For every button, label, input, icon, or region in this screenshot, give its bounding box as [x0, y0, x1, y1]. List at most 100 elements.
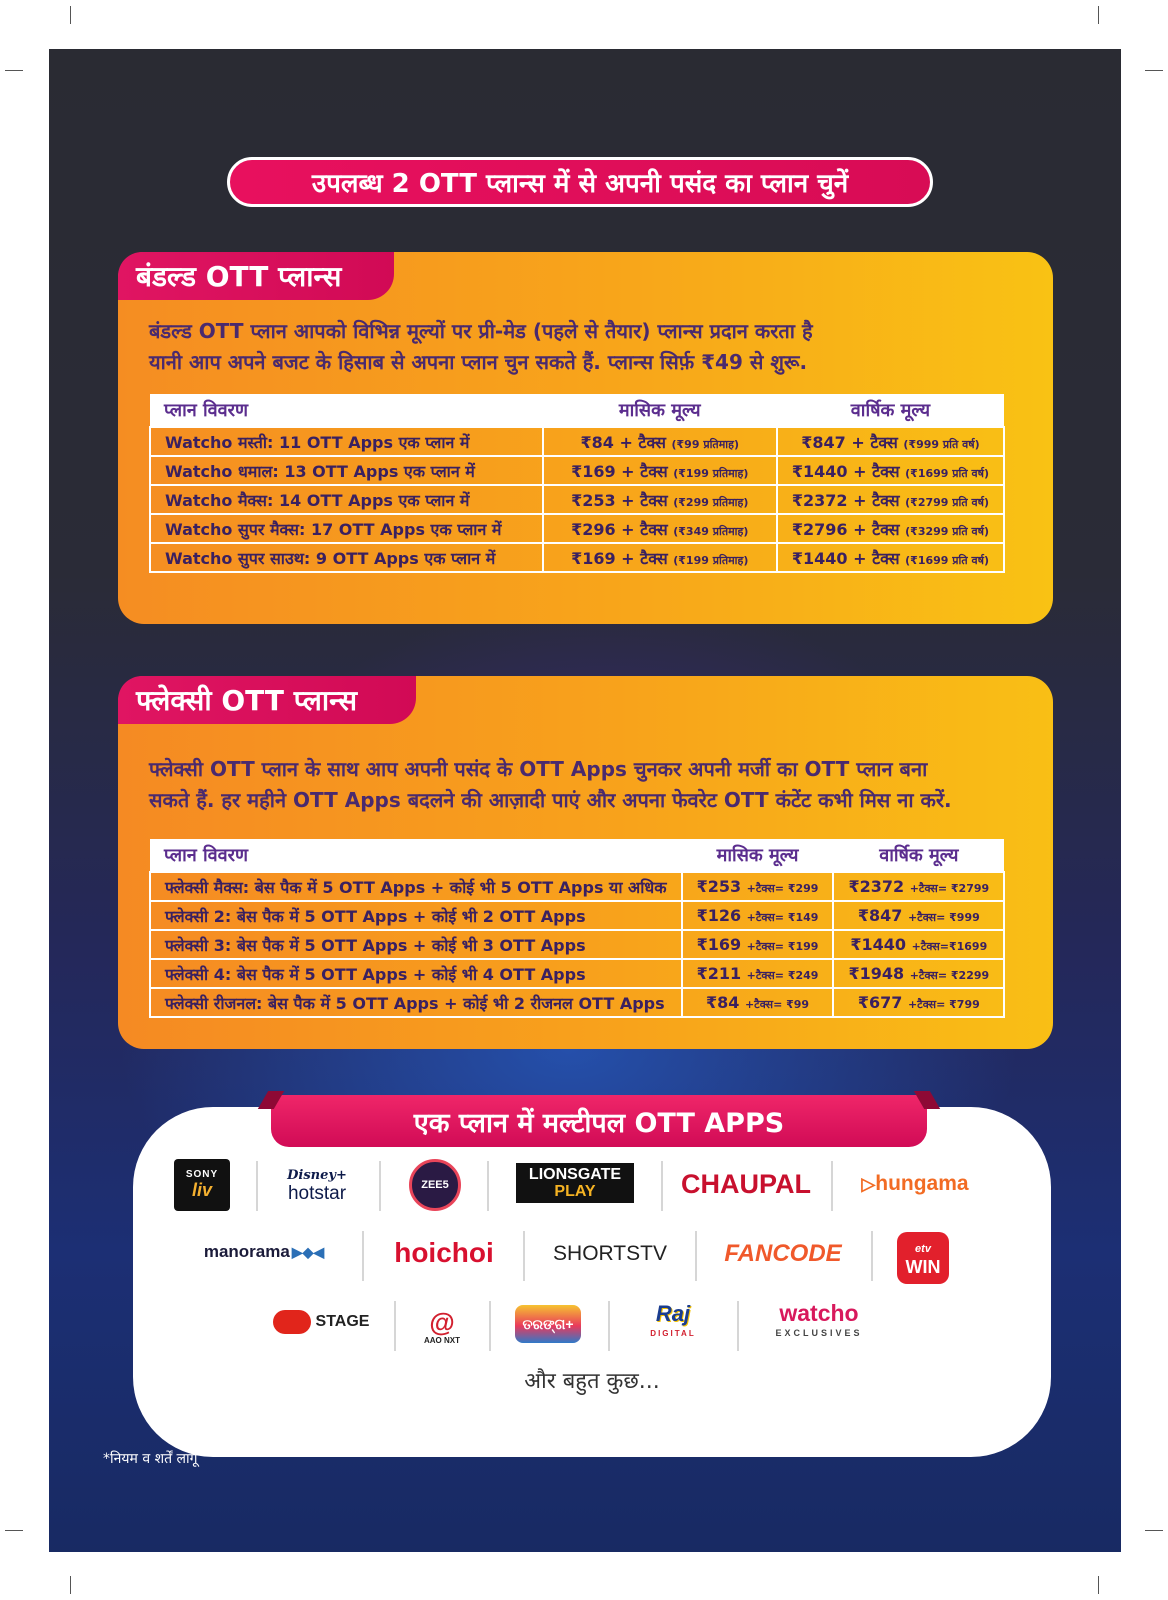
- bundled-plans-description: बंडल्ड OTT प्लान आपको विभिन्न मूल्यों पर…: [149, 319, 813, 374]
- logo-divider: [831, 1161, 833, 1211]
- crop-mark: [70, 1576, 71, 1594]
- column-header-monthly: मासिक मूल्य: [681, 839, 834, 872]
- plan-name-cell: Watcho मैक्स: 14 OTT Apps एक प्लान में: [149, 484, 544, 515]
- yearly-price-cell: ₹677 +टैक्स= ₹799: [832, 987, 1006, 1018]
- crop-mark: [1098, 6, 1099, 24]
- monthly-price-cell: ₹84 +टैक्स= ₹99: [680, 987, 835, 1018]
- etv-win-logo: etv WIN: [897, 1232, 949, 1284]
- table-row: Watcho सुपर साउथ: 9 OTT Apps एक प्लान मे…: [149, 542, 1006, 573]
- crop-mark: [1145, 1530, 1163, 1531]
- monthly-price-cell: ₹296 + टैक्स (₹349 प्रतिमाह): [541, 513, 778, 544]
- flexi-plans-card: फ्लेक्सी OTT प्लान्स फ्लेक्सी OTT प्लान …: [118, 676, 1053, 1049]
- column-header-plan: प्लान विवरण: [150, 394, 543, 427]
- monthly-price-cell: ₹169 +टैक्स= ₹199: [680, 929, 835, 960]
- flexi-plans-table: प्लान विवरण मासिक मूल्य वार्षिक मूल्य फ्…: [149, 839, 1006, 1018]
- plan-name-cell: फ्लेक्सी 3: बेस पैक में 5 OTT Apps + कोई…: [149, 929, 683, 960]
- table-header-row: प्लान विवरण मासिक मूल्य वार्षिक मूल्य: [150, 394, 1004, 427]
- monthly-price-cell: ₹169 + टैक्स (₹199 प्रतिमाह): [541, 542, 778, 573]
- apps-ribbon: एक प्लान में मल्टीपल OTT APPS: [271, 1095, 927, 1147]
- bundled-plans-table: प्लान विवरण मासिक मूल्य वार्षिक मूल्य Wa…: [149, 394, 1006, 573]
- page-headline: उपलब्ध 2 OTT प्लान्स में से अपनी पसंद का…: [227, 157, 933, 207]
- flexi-plans-description: फ्लेक्सी OTT प्लान के साथ आप अपनी पसंद क…: [149, 757, 952, 812]
- yearly-price-cell: ₹1440 + टैक्स (₹1699 प्रति वर्ष): [775, 455, 1006, 486]
- table-row: Watcho सुपर मैक्स: 17 OTT Apps एक प्लान …: [149, 513, 1006, 544]
- crop-mark: [5, 1530, 23, 1531]
- plan-name-cell: फ्लेक्सी रीजनल: बेस पैक में 5 OTT Apps +…: [149, 987, 683, 1018]
- tarang-plus-logo: ତରଙ୍ଗ+: [515, 1305, 581, 1343]
- monthly-price-cell: ₹169 + टैक्स (₹199 प्रतिमाह): [541, 455, 778, 486]
- and-much-more-text: और बहुत कुछ...: [524, 1369, 660, 1394]
- hoichoi-logo: hoichoi: [394, 1237, 494, 1268]
- hotstar-logo: Disney+ hotstar: [287, 1167, 347, 1204]
- plan-name-cell: Watcho मस्ती: 11 OTT Apps एक प्लान में: [149, 426, 544, 457]
- chaupal-logo: CHAUPAL: [681, 1168, 811, 1199]
- table-row: Watcho मस्ती: 11 OTT Apps एक प्लान में ₹8…: [149, 426, 1006, 457]
- logo-divider: [362, 1231, 364, 1281]
- logo-divider: [871, 1231, 873, 1281]
- hungama-logo: ▷ hungama: [861, 1172, 969, 1195]
- monthly-price-cell: ₹211 +टैक्स= ₹249: [680, 958, 835, 989]
- logo-divider: [379, 1161, 381, 1211]
- table-row: Watcho धमाल: 13 OTT Apps एक प्लान में ₹16…: [149, 455, 1006, 486]
- flexi-plans-tag: फ्लेक्सी OTT प्लान्स: [118, 676, 416, 724]
- yearly-price-cell: ₹2796 + टैक्स (₹3299 प्रति वर्ष): [775, 513, 1006, 544]
- crop-mark: [70, 6, 71, 24]
- monthly-price-cell: ₹253 +टैक्स= ₹299: [680, 871, 835, 902]
- poster-panel: उपलब्ध 2 OTT प्लान्स में से अपनी पसंद का…: [49, 49, 1121, 1552]
- plan-name-cell: Watcho धमाल: 13 OTT Apps एक प्लान में: [149, 455, 544, 486]
- crop-mark: [5, 70, 23, 71]
- logo-divider: [487, 1161, 489, 1211]
- plan-name-cell: Watcho सुपर मैक्स: 17 OTT Apps एक प्लान …: [149, 513, 544, 544]
- plan-name-cell: फ्लेक्सी मैक्स: बेस पैक में 5 OTT Apps +…: [149, 871, 683, 902]
- logo-divider: [489, 1301, 491, 1351]
- shortstv-logo: SHORTSTV: [553, 1242, 667, 1265]
- logo-divider: [256, 1161, 258, 1211]
- manorama-max-logo: manorama ▶◆◀: [203, 1242, 325, 1261]
- raj-digital-logo: Raj DIGITAL: [650, 1301, 696, 1339]
- table-row: फ्लेक्सी 4: बेस पैक में 5 OTT Apps + कोई…: [149, 958, 1006, 989]
- column-header-yearly: वार्षिक मूल्य: [833, 839, 1005, 872]
- aao-nxt-logo: @ AAO NXT: [424, 1306, 460, 1345]
- yearly-price-cell: ₹847 +टैक्स= ₹999: [832, 900, 1006, 931]
- aao-mark-icon: @: [429, 1306, 455, 1337]
- play-icon: ▷: [861, 1173, 876, 1194]
- stage-mark-icon: [272, 1310, 311, 1334]
- terms-footnote: *नियम व शर्तें लागू: [103, 1451, 198, 1467]
- plan-name-cell: फ्लेक्सी 4: बेस पैक में 5 OTT Apps + कोई…: [149, 958, 683, 989]
- logo-divider: [695, 1231, 697, 1281]
- yearly-price-cell: ₹2372 + टैक्स (₹2799 प्रति वर्ष): [775, 484, 1006, 515]
- column-header-yearly: वार्षिक मूल्य: [776, 394, 1004, 427]
- yearly-price-cell: ₹2372 +टैक्स= ₹2799: [832, 871, 1006, 902]
- yearly-price-cell: ₹1440 + टैक्स (₹1699 प्रति वर्ष): [775, 542, 1006, 573]
- logo-divider: [523, 1231, 525, 1281]
- logo-divider: [608, 1301, 610, 1351]
- watcho-exclusives-logo: watcho EXCLUSIVES: [775, 1300, 863, 1339]
- yearly-price-cell: ₹847 + टैक्स (₹999 प्रति वर्ष): [775, 426, 1006, 457]
- logo-divider: [737, 1301, 739, 1351]
- table-row: Watcho मैक्स: 14 OTT Apps एक प्लान में ₹2…: [149, 484, 1006, 515]
- monthly-price-cell: ₹126 +टैक्स= ₹149: [680, 900, 835, 931]
- zee5-logo: ZEE5: [409, 1159, 461, 1211]
- table-header-row: प्लान विवरण मासिक मूल्य वार्षिक मूल्य: [150, 839, 1005, 872]
- logo-divider: [661, 1161, 663, 1211]
- plan-name-cell: फ्लेक्सी 2: बेस पैक में 5 OTT Apps + कोई…: [149, 900, 683, 931]
- sonyliv-logo: SONY liv: [174, 1159, 230, 1211]
- monthly-price-cell: ₹84 + टैक्स (₹99 प्रतिमाह): [541, 426, 778, 457]
- table-row: फ्लेक्सी मैक्स: बेस पैक में 5 OTT Apps +…: [149, 871, 1006, 902]
- plan-name-cell: Watcho सुपर साउथ: 9 OTT Apps एक प्लान मे…: [149, 542, 544, 573]
- crop-mark: [1145, 70, 1163, 71]
- monthly-price-cell: ₹253 + टैक्स (₹299 प्रतिमाह): [541, 484, 778, 515]
- bundled-plans-tag: बंडल्ड OTT प्लान्स: [118, 252, 394, 300]
- crop-mark: [1098, 1576, 1099, 1594]
- fancode-logo: FANCODE: [724, 1240, 842, 1267]
- logo-divider: [394, 1301, 396, 1351]
- lionsgate-play-logo: LIONSGATE PLAY: [516, 1163, 634, 1203]
- yearly-price-cell: ₹1440 +टैक्स=₹1699: [832, 929, 1006, 960]
- table-row: फ्लेक्सी 3: बेस पैक में 5 OTT Apps + कोई…: [149, 929, 1006, 960]
- table-row: फ्लेक्सी रीजनल: बेस पैक में 5 OTT Apps +…: [149, 987, 1006, 1018]
- max-mark-icon: ▶◆◀: [291, 1243, 325, 1260]
- stage-logo: STAGE: [271, 1305, 371, 1339]
- table-row: फ्लेक्सी 2: बेस पैक में 5 OTT Apps + कोई…: [149, 900, 1006, 931]
- yearly-price-cell: ₹1948 +टैक्स= ₹2299: [832, 958, 1006, 989]
- column-header-monthly: मासिक मूल्य: [542, 394, 777, 427]
